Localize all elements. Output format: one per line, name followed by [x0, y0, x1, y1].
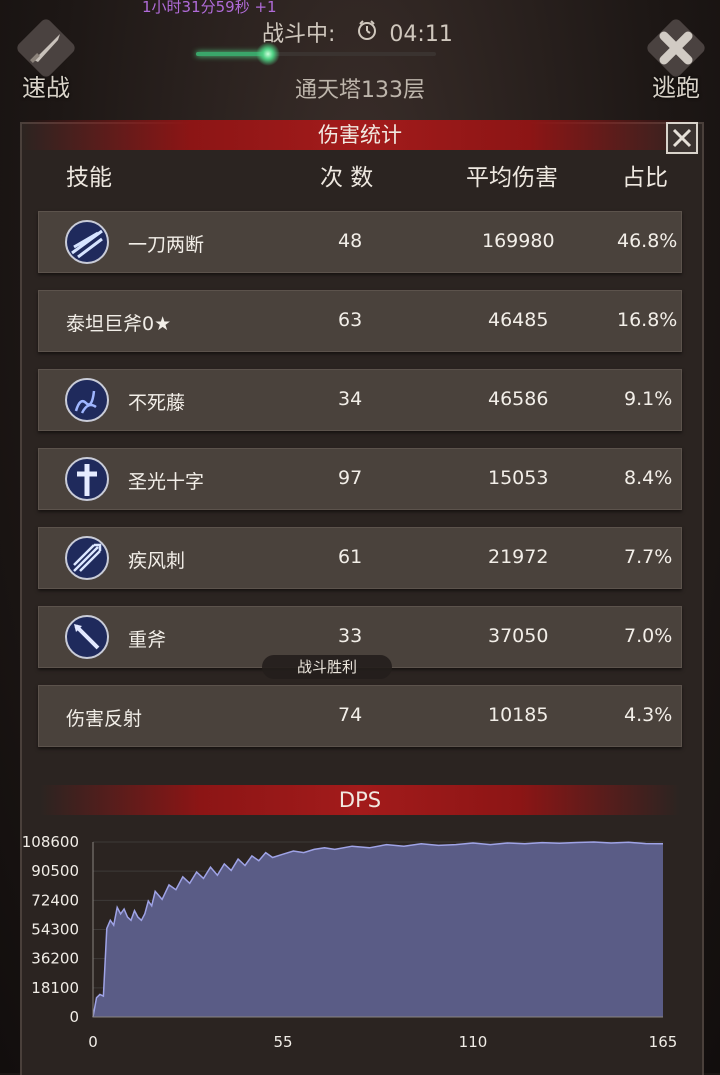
- damage-share: 16.8%: [617, 309, 678, 331]
- skill-name: 伤害反射: [66, 708, 143, 730]
- table-row[interactable]: 圣光十字 97 15053 8.4%: [38, 448, 682, 510]
- holy-cross-icon: [64, 456, 110, 502]
- y-tick-label: 54300: [31, 921, 79, 939]
- damage-share: 9.1%: [624, 388, 673, 410]
- x-tick-label: 55: [273, 1033, 292, 1051]
- skill-name: 一刀两断: [128, 234, 205, 256]
- clock-icon: [356, 19, 378, 47]
- table-row[interactable]: 不死藤 34 46586 9.1%: [38, 369, 682, 431]
- skill-name: 泰坦巨斧0★: [66, 313, 172, 335]
- progress-spark-icon: [256, 42, 280, 66]
- dps-chart: 0 18100 36200 54300 72400 90500 108600 0 55 110 16…: [22, 833, 678, 1051]
- y-tick-label: 0: [69, 1008, 79, 1026]
- avg-damage: 37050: [488, 625, 549, 647]
- hit-count: 74: [338, 704, 363, 726]
- y-tick-label: 36200: [31, 950, 79, 968]
- battle-time: 04:11: [389, 22, 453, 47]
- avg-damage: 10185: [488, 704, 549, 726]
- panel-title: 伤害统计: [20, 120, 700, 150]
- table-row[interactable]: 泰坦巨斧0★ 63 46485 16.8%: [38, 290, 682, 352]
- avg-damage: 21972: [488, 546, 549, 568]
- x-tick-label: 165: [649, 1033, 678, 1051]
- x-tick-label: 110: [459, 1033, 488, 1051]
- damage-share: 7.0%: [624, 625, 673, 647]
- y-tick-label: 90500: [31, 862, 79, 880]
- column-header-count: 次 数: [320, 165, 374, 191]
- avg-damage: 15053: [488, 467, 549, 489]
- hit-count: 34: [338, 388, 363, 410]
- skill-name: 疾风刺: [128, 550, 186, 572]
- battle-status: 战斗中: 04:11: [262, 16, 453, 51]
- hit-count: 33: [338, 625, 363, 647]
- avg-damage: 46586: [488, 388, 549, 410]
- vine-icon: [64, 377, 110, 423]
- dps-area: [93, 842, 663, 1017]
- battle-progress-bar: [196, 42, 436, 66]
- close-icon: [672, 128, 692, 148]
- column-header-skill: 技能: [66, 165, 112, 191]
- skill-name: 重斧: [128, 629, 167, 651]
- y-tick-label: 108600: [22, 833, 79, 851]
- x-tick-label: 0: [88, 1033, 98, 1051]
- damage-share: 7.7%: [624, 546, 673, 568]
- hit-count: 48: [338, 230, 363, 252]
- skill-name: 不死藤: [128, 392, 186, 414]
- gale-stab-icon: [64, 535, 110, 581]
- hit-count: 61: [338, 546, 363, 568]
- offline-timer: 1小时31分59秒 +1: [142, 0, 277, 16]
- damage-share: 8.4%: [624, 467, 673, 489]
- heavy-axe-icon: [64, 614, 110, 660]
- victory-toast: 战斗胜利: [262, 655, 392, 679]
- damage-share: 46.8%: [617, 230, 678, 252]
- y-tick-label: 18100: [31, 979, 79, 997]
- damage-share: 4.3%: [624, 704, 673, 726]
- table-row[interactable]: 疾风刺 61 21972 7.7%: [38, 527, 682, 589]
- column-header-avg-damage: 平均伤害: [466, 165, 558, 191]
- skill-name: 圣光十字: [128, 471, 205, 493]
- avg-damage: 46485: [488, 309, 549, 331]
- column-header-share: 占比: [622, 165, 668, 191]
- dps-title: DPS: [40, 785, 680, 815]
- hit-count: 63: [338, 309, 363, 331]
- table-row[interactable]: 伤害反射 74 10185 4.3%: [38, 685, 682, 747]
- slash-icon: [64, 219, 110, 265]
- y-tick-label: 72400: [31, 891, 79, 909]
- close-button[interactable]: [666, 122, 698, 154]
- table-row[interactable]: 一刀两断 48 169980 46.8%: [38, 211, 682, 273]
- hit-count: 97: [338, 467, 363, 489]
- level-name: 通天塔133层: [295, 78, 425, 103]
- avg-damage: 169980: [482, 230, 555, 252]
